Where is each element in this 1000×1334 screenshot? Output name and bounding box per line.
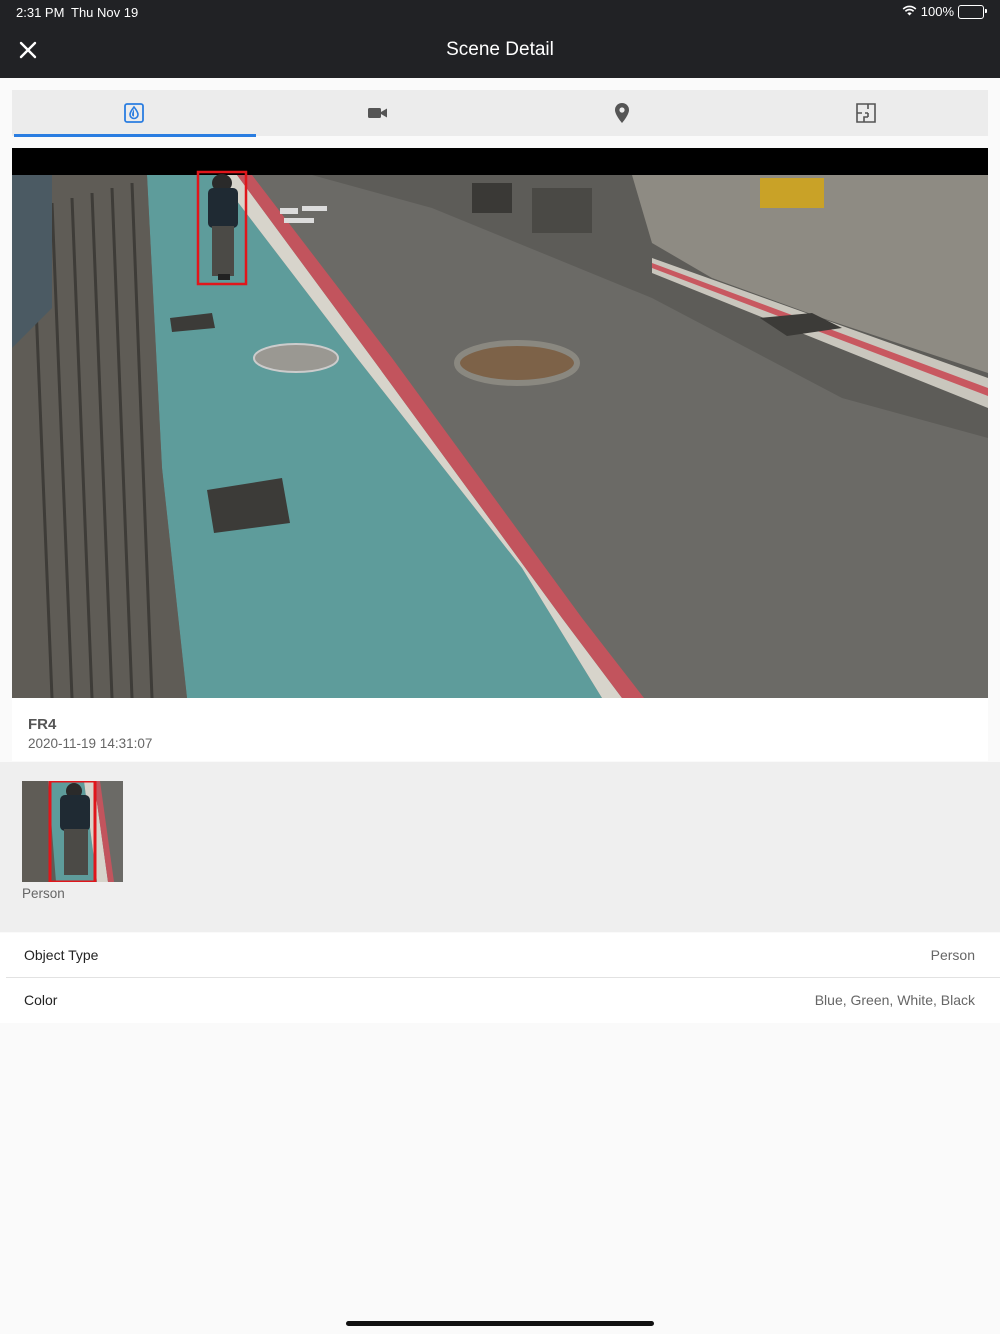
camera-name: FR4	[28, 716, 57, 733]
nav-bar: Scene Detail	[0, 24, 1000, 78]
status-time: 2:31 PM	[16, 5, 65, 20]
status-indicators: 100%	[902, 4, 987, 19]
tab-floor-plan[interactable]	[744, 90, 988, 136]
color-value: Blue, Green, White, Black	[814, 992, 975, 1008]
object-thumbnail[interactable]	[22, 781, 123, 882]
status-bar: 2:31 PM Thu Nov 19 100%	[0, 0, 1000, 24]
home-indicator[interactable]	[346, 1321, 654, 1326]
scene-info-card: FR4 2020-11-19 14:31:07	[12, 698, 988, 761]
tab-location[interactable]	[500, 90, 744, 136]
status-date: Thu Nov 19	[71, 5, 139, 20]
attribute-row-color: Color Blue, Green, White, Black	[0, 978, 1000, 1023]
tab-video[interactable]	[256, 90, 500, 136]
tab-attributes[interactable]	[12, 90, 256, 137]
location-pin-icon	[615, 103, 629, 123]
wifi-icon	[902, 4, 917, 19]
battery-icon	[958, 4, 987, 19]
thumbnail-label: Person	[22, 886, 65, 901]
scene-image[interactable]	[12, 148, 988, 699]
page-title: Scene Detail	[446, 39, 554, 60]
tab-bar	[12, 90, 988, 137]
object-type-label: Object Type	[24, 947, 99, 963]
object-type-value: Person	[930, 947, 975, 963]
color-label: Color	[24, 992, 58, 1008]
object-thumbnails: Person	[0, 762, 1000, 932]
battery-percent: 100%	[920, 4, 954, 19]
water-drop-icon	[124, 103, 144, 123]
attribute-row-object-type: Object Type Person	[0, 933, 1000, 978]
scene-timestamp: 2020-11-19 14:31:07	[28, 736, 153, 751]
video-camera-icon	[368, 108, 387, 118]
floor-plan-icon	[856, 103, 876, 123]
